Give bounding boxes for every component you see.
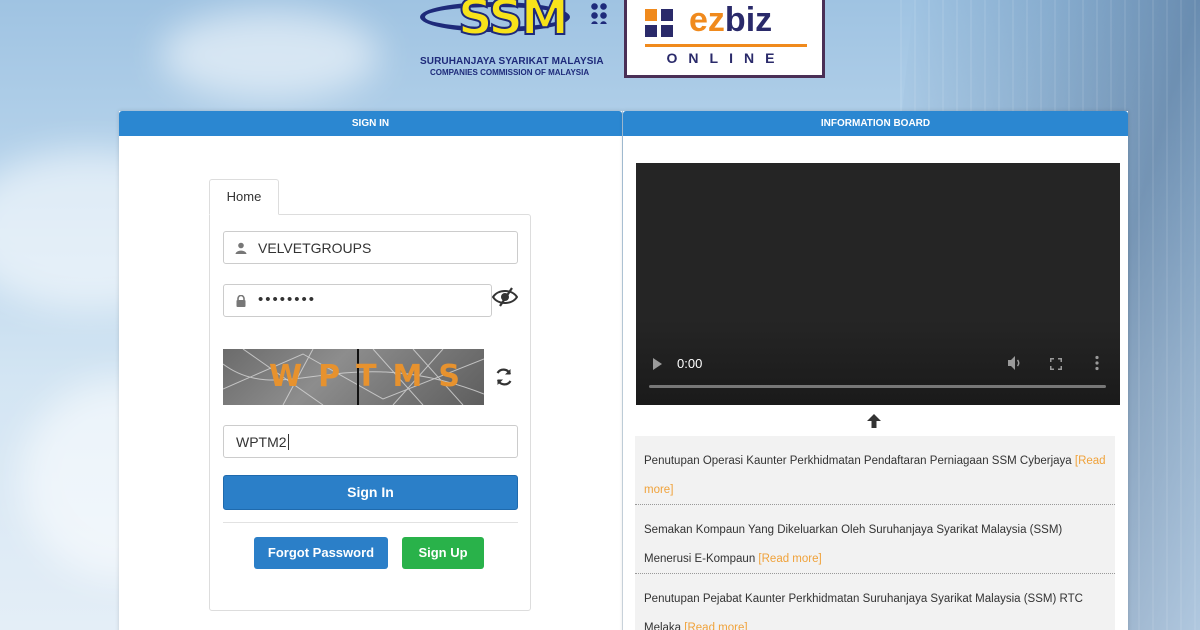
online-text: ONLINE <box>666 50 786 66</box>
video-time: 0:00 <box>677 356 703 371</box>
signin-panel-header: SIGN IN <box>119 111 622 136</box>
read-more-link[interactable]: [Read more] <box>684 622 747 630</box>
signin-panel: SIGN IN Home VELVETGROUPS •••••••• WPTMS… <box>119 111 622 630</box>
ezbiz-logo: ezbiz ONLINE <box>624 0 825 78</box>
fullscreen-icon[interactable] <box>1050 357 1062 370</box>
ssm-logo-text: SSM <box>457 0 570 47</box>
captcha-image: WPTMS <box>223 349 484 405</box>
show-password-eye-icon[interactable] <box>491 287 519 307</box>
ezbiz-squares-icon <box>645 9 675 39</box>
lock-icon <box>235 294 247 307</box>
news-title: Semakan Kompaun Yang Dikeluarkan Oleh Su… <box>644 524 1063 565</box>
information-board-panel: INFORMATION BOARD 0:00 Penutupan Operasi… <box>623 111 1128 630</box>
list-item: Semakan Kompaun Yang Dikeluarkan Oleh Su… <box>635 505 1115 574</box>
information-board-header: INFORMATION BOARD <box>623 111 1128 136</box>
more-options-icon[interactable] <box>1094 355 1100 371</box>
biz-text: biz <box>724 1 773 39</box>
captcha-text: WPTMS <box>269 359 477 394</box>
ez-text: ez <box>689 1 725 39</box>
captcha-input-value: WPTM2 <box>236 434 287 450</box>
password-field[interactable]: •••••••• <box>223 284 492 317</box>
news-list: Penutupan Operasi Kaunter Perkhidmatan P… <box>635 436 1115 630</box>
username-value: VELVETGROUPS <box>258 240 372 256</box>
password-value: •••••••• <box>258 291 317 308</box>
news-title: Penutupan Operasi Kaunter Perkhidmatan P… <box>644 455 1075 467</box>
ssm-name-english: COMPANIES COMMISSION OF MALAYSIA <box>430 68 590 77</box>
volume-icon[interactable] <box>1007 355 1023 371</box>
forgot-password-button[interactable]: Forgot Password <box>254 537 388 569</box>
arrow-up-icon[interactable] <box>866 413 882 429</box>
play-icon[interactable] <box>653 358 662 370</box>
tab-home[interactable]: Home <box>209 179 279 215</box>
video-progress-bar[interactable] <box>649 385 1106 388</box>
ssm-logo: SSM SURUHANJAYA SYARIKAT MALAYSIA COMPAN… <box>418 0 623 82</box>
user-icon <box>235 242 247 254</box>
ssm-name-malay: SURUHANJAYA SYARIKAT MALAYSIA <box>420 56 604 67</box>
divider <box>223 522 518 523</box>
captcha-input[interactable]: WPTM2 <box>223 425 518 458</box>
list-item: Penutupan Operasi Kaunter Perkhidmatan P… <box>635 436 1115 505</box>
refresh-captcha-icon[interactable] <box>494 367 514 387</box>
video-player[interactable]: 0:00 <box>636 163 1120 405</box>
signup-button[interactable]: Sign Up <box>402 537 484 569</box>
signin-button[interactable]: Sign In <box>223 475 518 510</box>
read-more-link[interactable]: [Read more] <box>758 553 821 565</box>
list-item: Penutupan Pejabat Kaunter Perkhidmatan S… <box>635 574 1115 630</box>
username-field[interactable]: VELVETGROUPS <box>223 231 518 264</box>
